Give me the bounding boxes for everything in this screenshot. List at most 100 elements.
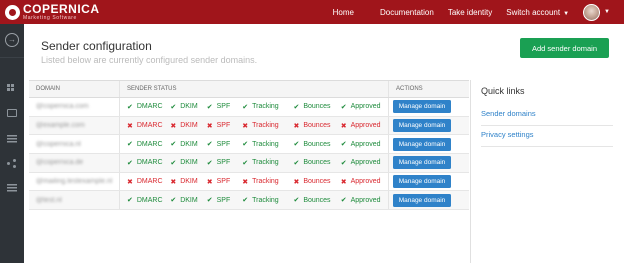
status-approved: ✔ Approved [341,159,388,167]
status-label: Tracking [252,196,279,204]
sidebar-toggle-icon[interactable]: → [5,33,19,47]
status-tracking: ✖ Tracking [242,178,293,186]
check-icon: ✔ [170,103,177,111]
chevron-down-icon: ▼ [563,10,570,17]
status-label: DMARC [136,122,163,130]
cross-icon: ✖ [206,122,213,130]
check-icon: ✔ [340,141,347,149]
domain-name: @test.nl [36,196,62,204]
table-row: @copernica.de ✔ DMARC ✔ DKIM ✔ SPF ✔ Tracking ✔ Bo… [29,154,469,173]
column-header-sender-status: SENDER STATUS [120,81,389,97]
page-title: Sender configuration [41,39,152,53]
status-dmarc: ✔ DMARC [127,140,170,149]
domain-name: @copernica.nl [36,140,81,148]
nav-take-identity[interactable]: Take identity [448,8,492,17]
table-row: @example.com ✖ DMARC ✖ DKIM ✖ SPF ✖ Tracking ✖ Bou… [29,116,469,136]
sender-status-cell: ✖ DMARC ✖ DKIM ✖ SPF ✖ Tracking ✖ Bounces ✖ Approve… [120,172,389,191]
domain-name: @copernica.com [36,103,89,111]
status-dkim: ✖ DKIM [170,122,206,130]
sidebar-divider [0,57,24,58]
menu-icon[interactable] [7,184,17,192]
nav-home[interactable]: Home [333,8,354,17]
status-label: Bounces [303,140,331,148]
main-content: Sender configuration Listed below are cu… [24,24,624,263]
avatar [583,3,601,21]
domain-cell: @mailing.testexample.nl [29,172,120,191]
table-body: @copernica.com ✔ DMARC ✔ DKIM ✔ SPF ✔ Tracking ✔ B… [29,98,469,211]
status-dkim: ✔ DKIM [170,140,206,149]
cross-icon: ✖ [340,122,347,130]
status-label: SPF [216,140,231,148]
nav-switch-account[interactable]: Switch account ▼ [506,8,569,17]
quick-links-panel: Quick links Sender domains Privacy setti… [470,80,624,263]
status-spf: ✖ SPF [207,178,242,186]
nav-documentation[interactable]: Documentation [380,8,434,17]
manage-domain-button[interactable]: Manage domain [393,100,451,114]
status-tracking: ✔ Tracking [242,159,293,167]
status-dmarc: ✔ DMARC [127,159,170,167]
status-label: Approved [350,178,381,186]
actions-cell: Manage domain [389,154,469,172]
check-icon: ✔ [127,159,133,167]
manage-domain-button[interactable]: Manage domain [393,193,451,207]
status-bounces: ✔ Bounces [293,196,340,205]
manage-domain-button[interactable]: Manage domain [393,175,451,189]
status-label: DMARC [136,159,163,167]
column-header-domain: DOMAIN [29,81,120,97]
check-icon: ✔ [242,103,249,111]
cross-icon: ✖ [242,178,249,186]
check-icon: ✔ [340,103,347,111]
quick-links-title: Quick links [481,86,525,96]
status-tracking: ✖ Tracking [242,122,293,130]
cross-icon: ✖ [206,178,213,186]
quick-link-sender-domains[interactable]: Sender domains [481,109,613,118]
status-label: DMARC [136,178,163,186]
dashboard-icon[interactable] [7,84,15,92]
status-dkim: ✔ DKIM [170,103,206,111]
add-sender-domain-button[interactable]: Add sender domain [520,38,609,58]
status-spf: ✔ SPF [207,103,242,111]
status-bounces: ✖ Bounces [293,122,340,130]
table-row: @mailing.testexample.nl ✖ DMARC ✖ DKIM ✖ SPF ✖ T… [29,172,469,192]
cross-icon: ✖ [170,122,177,130]
mail-icon[interactable] [7,109,17,117]
switch-account-label: Switch account [506,7,561,17]
table-row: @copernica.com ✔ DMARC ✔ DKIM ✔ SPF ✔ Tracking ✔ B… [29,98,469,117]
status-tracking: ✔ Tracking [242,140,293,149]
status-bounces: ✔ Bounces [293,159,340,167]
status-label: Bounces [303,178,331,186]
manage-domain-button[interactable]: Manage domain [393,119,451,133]
status-label: Approved [350,103,381,111]
domain-name: @copernica.de [36,159,84,167]
status-approved: ✖ Approved [341,178,388,186]
status-label: DMARC [136,196,163,204]
page-subtitle: Listed below are currently configured se… [41,55,258,65]
table-row: @test.nl ✔ DMARC ✔ DKIM ✔ SPF ✔ Tracking ✔ Bounces… [29,191,469,211]
user-menu[interactable]: ▼ [583,3,610,21]
status-label: DKIM [180,103,198,111]
status-label: DKIM [180,159,198,167]
status-label: Approved [350,140,381,148]
manage-domain-button[interactable]: Manage domain [393,156,451,170]
status-label: Tracking [252,140,279,148]
status-dkim: ✔ DKIM [170,196,206,205]
check-icon: ✔ [340,197,347,205]
status-label: DKIM [180,196,198,204]
domain-name: @example.com [36,122,85,130]
actions-cell: Manage domain [389,117,469,135]
status-label: Tracking [252,159,279,167]
quick-link-privacy-settings[interactable]: Privacy settings [481,130,613,139]
cross-icon: ✖ [293,178,300,186]
status-label: Bounces [303,159,331,167]
actions-cell: Manage domain [389,173,469,191]
actions-cell: Manage domain [389,191,469,209]
list-icon[interactable] [7,135,17,143]
check-icon: ✔ [206,159,213,167]
sender-status-cell: ✔ DMARC ✔ DKIM ✔ SPF ✔ Tracking ✔ Bounces ✔ Approve… [120,98,389,116]
copernica-logo[interactable]: COPERNICA Marketing Software [0,0,100,24]
status-label: Tracking [252,103,279,111]
share-icon[interactable] [7,159,16,168]
quick-links-divider [481,146,613,147]
manage-domain-button[interactable]: Manage domain [393,137,451,151]
check-icon: ✔ [127,197,133,205]
